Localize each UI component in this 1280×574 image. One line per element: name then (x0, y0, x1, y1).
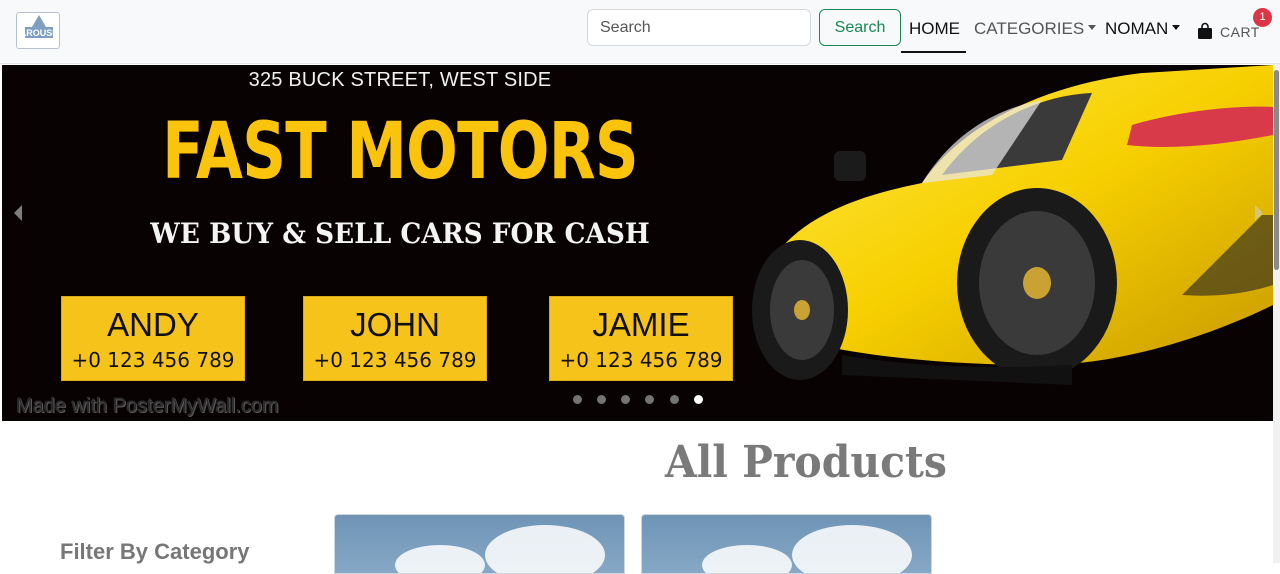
nav-user-label: NOMAN (1105, 19, 1169, 38)
filter-heading: Filter By Category (60, 539, 250, 564)
caret-down-icon (1088, 25, 1097, 31)
banner-title: FAST MOTORS (162, 107, 639, 197)
contact-card: JOHN +0 123 456 789 (303, 296, 487, 381)
product-image-cloud (485, 525, 605, 573)
contact-card: ANDY +0 123 456 789 (61, 296, 245, 381)
contact-card: JAMIE +0 123 456 789 (549, 296, 733, 381)
carousel-indicator[interactable] (573, 395, 582, 404)
contact-phone: +0 123 456 789 (313, 348, 477, 372)
carousel-indicator[interactable] (621, 395, 630, 404)
nav-home-link[interactable]: HOME (909, 19, 960, 39)
navbar: AROUSE Search HOME CATEGORIES NOMAN CART (0, 0, 1280, 64)
cart-label: CART (1220, 24, 1260, 40)
hero-carousel: 325 BUCK STREET, WEST SIDE FAST MOTORS W… (2, 65, 1273, 421)
page-scrollbar[interactable] (1273, 64, 1280, 563)
carousel-indicator-active[interactable] (694, 395, 703, 404)
search-input[interactable] (587, 9, 811, 46)
contact-name: JAMIE (592, 306, 690, 343)
banner-address: 325 BUCK STREET, WEST SIDE (248, 69, 552, 91)
nav-categories-label: CATEGORIES (974, 19, 1085, 38)
product-image-cloud (702, 545, 792, 573)
scrollbar-thumb[interactable] (1274, 70, 1279, 270)
brand-logo[interactable]: AROUSE (16, 12, 60, 49)
contact-phone: +0 123 456 789 (559, 348, 723, 372)
nav-categories-dropdown[interactable]: CATEGORIES (974, 19, 1097, 39)
product-image-cloud (792, 525, 912, 573)
carousel-indicator[interactable] (670, 395, 679, 404)
logo-icon: AROUSE (20, 15, 59, 38)
product-card[interactable] (334, 514, 625, 574)
caret-down-icon (1172, 25, 1181, 31)
svg-text:AROUSE: AROUSE (20, 28, 59, 38)
shopping-bag-icon (1198, 22, 1212, 39)
car-illustration (752, 65, 1273, 385)
nav-user-dropdown[interactable]: NOMAN (1105, 19, 1181, 39)
active-link-indicator (901, 51, 966, 53)
chevron-left-icon[interactable] (11, 203, 25, 223)
cart-count-badge: 1 (1253, 8, 1272, 27)
banner-watermark: Made with PosterMyWall.com (16, 395, 279, 417)
contact-name: JOHN (350, 306, 440, 343)
product-card[interactable] (641, 514, 932, 574)
carousel-indicator[interactable] (597, 395, 606, 404)
search-button[interactable]: Search (819, 9, 901, 46)
contact-phone: +0 123 456 789 (71, 348, 235, 372)
product-image-cloud (395, 545, 485, 573)
page-title: All Products (665, 437, 947, 488)
chevron-right-icon[interactable] (1252, 203, 1266, 223)
banner-subtitle: WE BUY & SELL CARS FOR CASH (150, 217, 650, 250)
contact-name: ANDY (107, 306, 199, 343)
carousel-indicator[interactable] (645, 395, 654, 404)
